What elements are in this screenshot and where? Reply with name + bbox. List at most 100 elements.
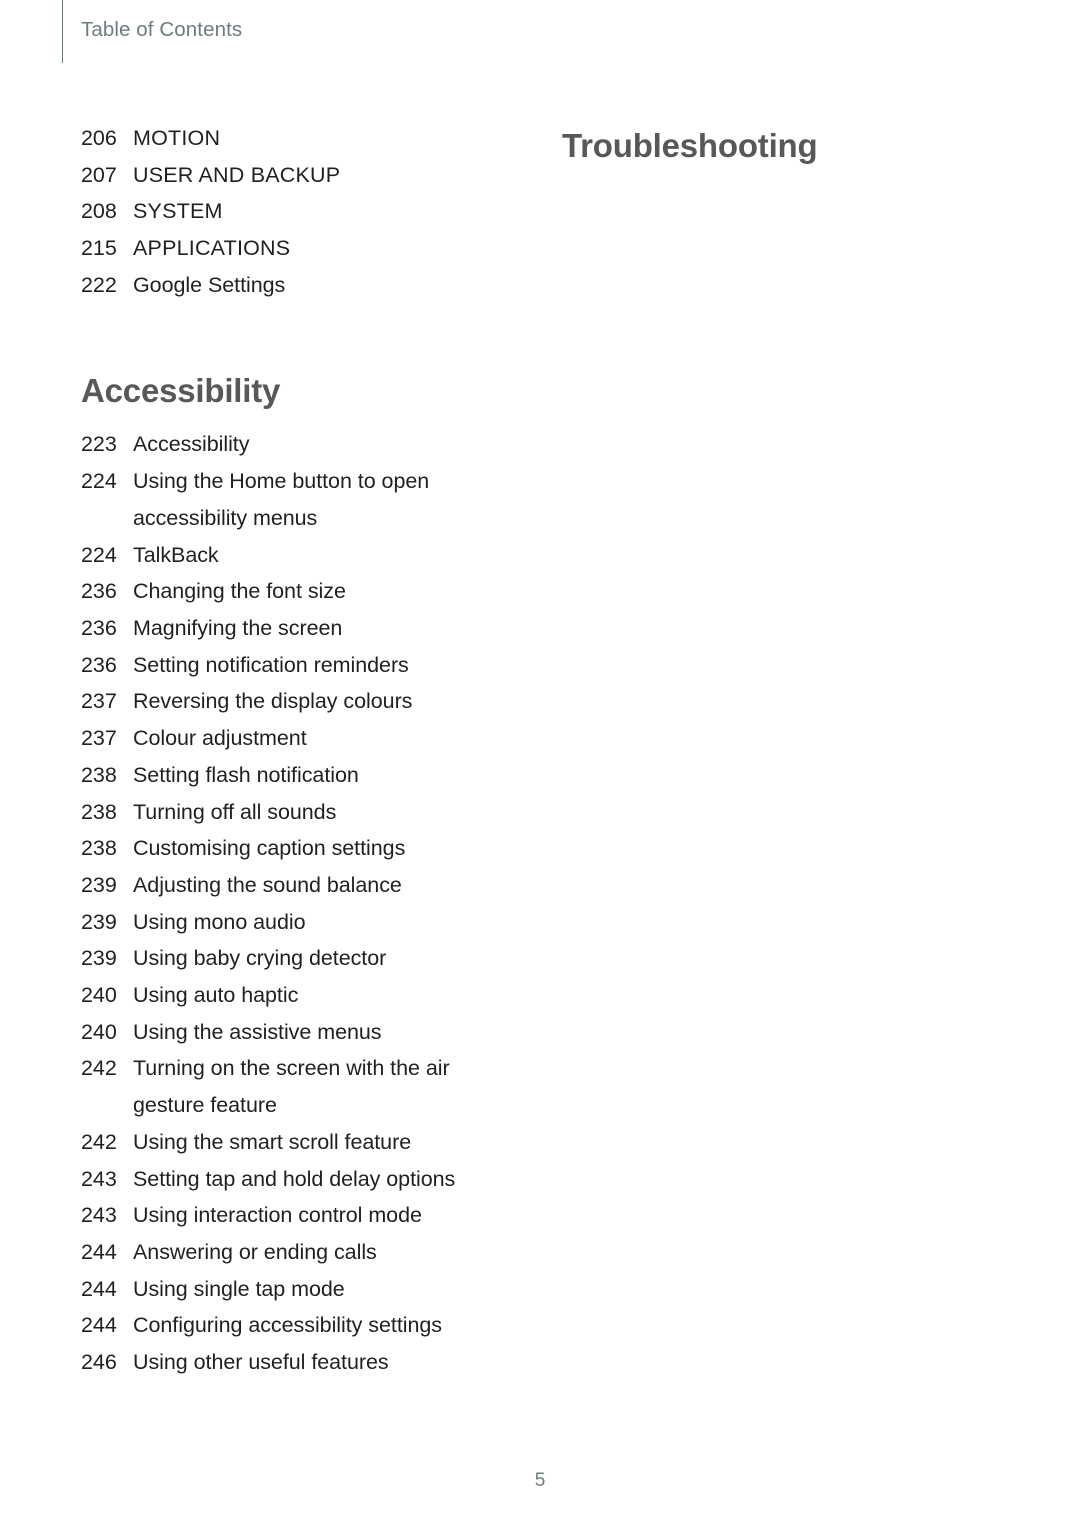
toc-entry-title: APPLICATIONS xyxy=(133,236,291,261)
toc-page-number: 242 xyxy=(81,1129,117,1154)
toc-entry[interactable]: 242 Using the smart scroll feature xyxy=(81,1124,501,1161)
toc-entry[interactable]: 243 Using interaction control mode xyxy=(81,1197,501,1234)
toc-entry[interactable]: 244 Using single tap mode xyxy=(81,1271,501,1308)
heading-spacer xyxy=(81,409,501,426)
toc-entry-title: Using mono audio xyxy=(133,909,306,934)
toc-page-number: 223 xyxy=(81,432,117,457)
toc-page-number: 246 xyxy=(81,1350,117,1375)
page-number: 5 xyxy=(534,1470,546,1491)
toc-page-number: 244 xyxy=(81,1313,117,1338)
toc-entry-title: Adjusting the sound balance xyxy=(133,872,402,897)
toc-entry-title: Using single tap mode xyxy=(133,1276,345,1301)
toc-entry-title: Using other useful features xyxy=(133,1350,389,1375)
toc-entry-title: Changing the font size xyxy=(133,579,346,604)
toc-entry[interactable]: 243 Setting tap and hold delay options xyxy=(81,1161,501,1198)
toc-entry-title: Google Settings xyxy=(133,272,286,297)
toc-entry-title: Magnifying the screen xyxy=(133,615,343,640)
toc-entry[interactable]: 224 Using the Home button to open accessi… xyxy=(81,463,501,536)
toc-page-number: 237 xyxy=(81,689,117,714)
toc-entry[interactable]: 240 Using auto haptic xyxy=(81,977,501,1014)
toc-entry-title: Setting tap and hold delay options xyxy=(133,1166,456,1191)
toc-list-accessibility: 223 Accessibility 224 Using the Home button… xyxy=(81,426,501,1380)
toc-page-number: 239 xyxy=(81,872,117,897)
toc-page-number: 237 xyxy=(81,726,117,751)
toc-page-number: 242 xyxy=(81,1056,117,1081)
toc-entry[interactable]: 239 Adjusting the sound balance xyxy=(81,867,501,904)
toc-entry[interactable]: 236 Magnifying the screen xyxy=(81,610,501,647)
toc-entry[interactable]: 239 Using baby crying detector xyxy=(81,940,501,977)
toc-page-number: 239 xyxy=(81,946,117,971)
toc-entry-title: Setting notification reminders xyxy=(133,652,409,677)
section-heading-troubleshooting: Troubleshooting xyxy=(562,127,818,164)
left-column: 206 MOTION 207 USER AND BACKUP 208 SYSTEM 215 A… xyxy=(81,120,501,1381)
toc-list-settings: 206 MOTION 207 USER AND BACKUP 208 SYSTEM 215 A… xyxy=(81,120,501,304)
toc-entry-title: Turning off all sounds xyxy=(133,799,337,824)
running-header-title: Table of Contents xyxy=(81,18,243,42)
toc-entry[interactable]: 236 Setting notification reminders xyxy=(81,647,501,684)
running-header: Table of Contents xyxy=(62,0,242,63)
toc-entry[interactable]: 208 SYSTEM xyxy=(81,193,501,230)
toc-entry[interactable]: 238 Turning off all sounds xyxy=(81,794,501,831)
toc-page-number: 243 xyxy=(81,1203,117,1228)
toc-page-number: 239 xyxy=(81,909,117,934)
toc-entry[interactable]: 238 Setting flash notification xyxy=(81,757,501,794)
toc-page-number: 238 xyxy=(81,799,117,824)
toc-entry-title: Using auto haptic xyxy=(133,983,299,1008)
toc-entry-title: Turning on the screen with the air gestu… xyxy=(133,1056,450,1118)
toc-page-number: 236 xyxy=(81,579,117,604)
toc-entry-title: SYSTEM xyxy=(133,199,223,224)
toc-page-number: 215 xyxy=(81,236,117,261)
toc-entry-title: Using the smart scroll feature xyxy=(133,1129,412,1154)
toc-page-number: 224 xyxy=(81,542,117,567)
toc-entry-title: Configuring accessibility settings xyxy=(133,1313,443,1338)
toc-page-number: 222 xyxy=(81,272,117,297)
toc-page-number: 208 xyxy=(81,199,117,224)
toc-entry-title: Using the assistive menus xyxy=(133,1019,382,1044)
toc-entry[interactable]: 206 MOTION xyxy=(81,120,501,157)
toc-entry[interactable]: 224 TalkBack xyxy=(81,537,501,574)
toc-entry[interactable]: 238 Customising caption settings xyxy=(81,830,501,867)
toc-entry-title: Using interaction control mode xyxy=(133,1203,422,1228)
toc-entry-title: Reversing the display colours xyxy=(133,689,413,714)
toc-entry-title: Answering or ending calls xyxy=(133,1239,377,1264)
toc-entry-title: TalkBack xyxy=(133,542,219,567)
toc-entry[interactable]: 244 Configuring accessibility settings xyxy=(81,1307,501,1344)
right-column: Troubleshooting xyxy=(562,120,1002,165)
toc-page-number: 240 xyxy=(81,1019,117,1044)
toc-entry[interactable]: 242 Turning on the screen with the air ge… xyxy=(81,1050,501,1123)
toc-entry[interactable]: 237 Colour adjustment xyxy=(81,720,501,757)
toc-entry[interactable]: 207 USER AND BACKUP xyxy=(81,157,501,194)
toc-entry-title: Setting flash notification xyxy=(133,762,359,787)
toc-page-number: 236 xyxy=(81,652,117,677)
section-heading-accessibility: Accessibility xyxy=(81,371,281,409)
toc-entry-title: Colour adjustment xyxy=(133,726,307,751)
toc-page-number: 244 xyxy=(81,1276,117,1301)
toc-entry[interactable]: 215 APPLICATIONS xyxy=(81,230,501,267)
toc-entry-title: MOTION xyxy=(133,126,221,150)
toc-entry-title: Accessibility xyxy=(133,432,250,457)
toc-entry-title: Using the Home button to open accessibil… xyxy=(133,469,430,530)
toc-entry-title: Customising caption settings xyxy=(133,836,406,861)
toc-entry[interactable]: 223 Accessibility xyxy=(81,426,501,463)
toc-entry[interactable]: 244 Answering or ending calls xyxy=(81,1234,501,1271)
toc-entry-title: USER AND BACKUP xyxy=(133,162,341,187)
toc-page-number: 243 xyxy=(81,1166,117,1191)
toc-page-number: 240 xyxy=(81,983,117,1008)
toc-page-number: 224 xyxy=(81,469,117,494)
toc-entry[interactable]: 239 Using mono audio xyxy=(81,904,501,941)
toc-entry[interactable]: 236 Changing the font size xyxy=(81,573,501,610)
toc-page-number: 244 xyxy=(81,1239,117,1264)
toc-entry-title: Using baby crying detector xyxy=(133,946,387,971)
toc-page-number: 236 xyxy=(81,615,117,640)
toc-entry[interactable]: 240 Using the assistive menus xyxy=(81,1014,501,1051)
toc-entry[interactable]: 222 Google Settings xyxy=(81,267,501,304)
header-vertical-rule xyxy=(62,0,63,63)
toc-page-number: 207 xyxy=(81,162,117,187)
page-footer: 5 xyxy=(0,1470,1080,1492)
toc-page-number: 238 xyxy=(81,762,117,787)
toc-entry[interactable]: 246 Using other useful features xyxy=(81,1344,501,1381)
toc-page-number: 238 xyxy=(81,836,117,861)
toc-page-number: 206 xyxy=(81,126,117,150)
toc-entry[interactable]: 237 Reversing the display colours xyxy=(81,683,501,720)
